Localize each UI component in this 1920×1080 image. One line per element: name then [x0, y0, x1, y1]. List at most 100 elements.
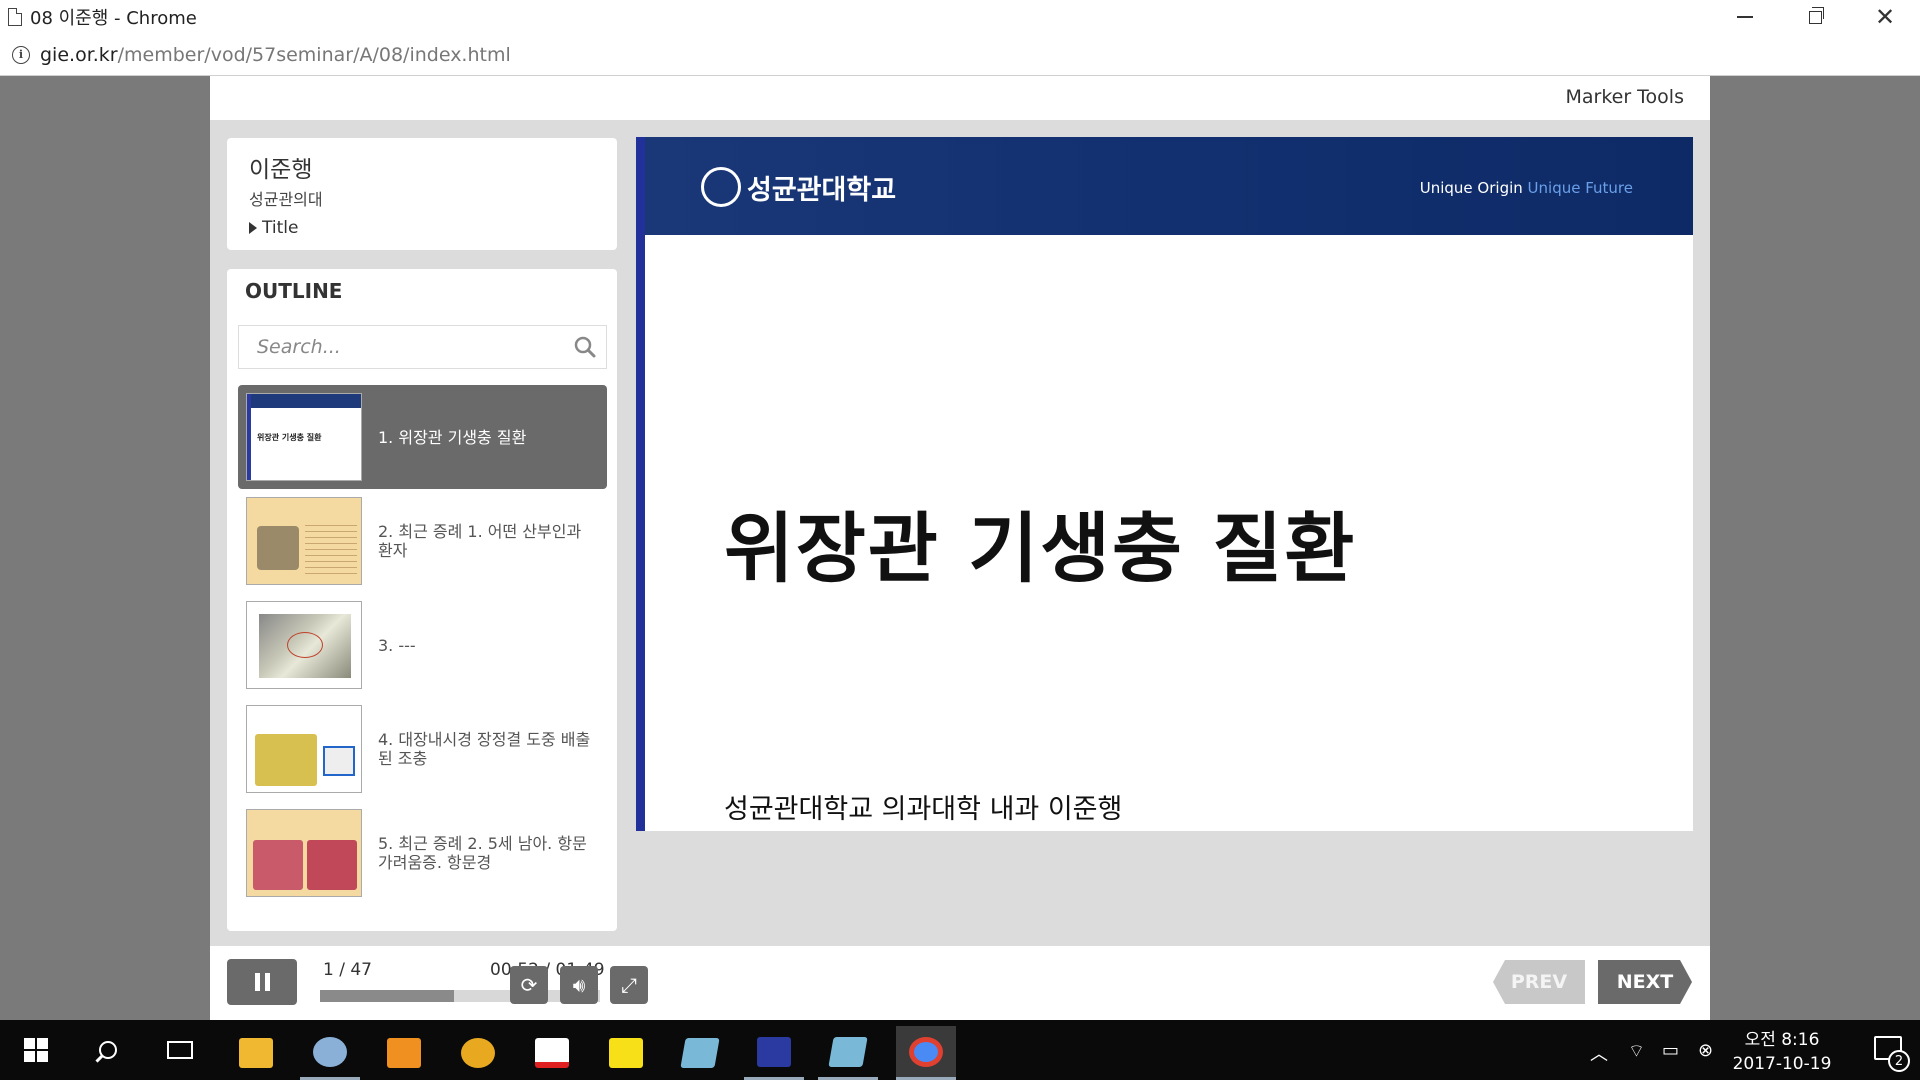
volume-icon[interactable]: 🔊︎ — [560, 966, 598, 1004]
taskbar-notes-2[interactable] — [818, 1026, 878, 1080]
notification-badge: 2 — [1888, 1050, 1910, 1072]
pause-button[interactable] — [227, 959, 297, 1005]
progress-fill — [320, 990, 454, 1002]
close-button[interactable]: ✕ — [1850, 0, 1920, 34]
battery-icon[interactable]: ▭ — [1662, 1040, 1679, 1061]
vod-player: Marker Tools 이준행 성균관의대 Title OUTLINE 위장관… — [210, 76, 1710, 1020]
taskbar-acrobat[interactable] — [522, 1026, 582, 1080]
outline-slide-item[interactable]: 위장관 기생충 질환 1. 위장관 기생충 질환 — [238, 385, 607, 489]
pause-icon-bar — [264, 973, 270, 991]
chrome-icon — [909, 1036, 943, 1067]
restore-icon — [1808, 6, 1824, 24]
kakaotalk-icon — [609, 1038, 643, 1068]
clock-date: 2017-10-19 — [1732, 1054, 1832, 1074]
taskbar-paint[interactable] — [300, 1026, 360, 1080]
taskbar-people[interactable] — [448, 1026, 508, 1080]
url-host: gie.or.kr — [40, 43, 118, 66]
slide-accent-bar — [636, 137, 645, 831]
outline-slide-item[interactable]: 2. 최근 증례 1. 어떤 산부인과 환자 — [238, 489, 607, 593]
window-title: 08 이준행 - Chrome — [30, 8, 197, 29]
task-view-icon — [167, 1041, 193, 1059]
university-logo: 성균관대학교 — [701, 167, 896, 207]
restore-button[interactable] — [1780, 0, 1850, 34]
slide-title: 위장관 기생충 질환 — [724, 504, 1357, 593]
minimize-button[interactable] — [1710, 0, 1780, 34]
slide-label: 3. --- — [378, 635, 416, 655]
search-button[interactable] — [78, 1020, 138, 1080]
title-toggle-label: Title — [262, 218, 299, 238]
presenter-name: 이준행 — [249, 157, 313, 183]
url-text[interactable]: gie.or.kr/member/vod/57seminar/A/08/inde… — [40, 44, 511, 66]
slide-label: 5. 최근 증례 2. 5세 남아. 항문가려움증. 항문경 — [378, 834, 587, 872]
network-icon[interactable]: ⌔ — [1628, 1040, 1645, 1063]
media-player-icon — [387, 1038, 421, 1068]
taskbar-floppy-app[interactable] — [744, 1026, 804, 1080]
slide-subtitle: 성균관대학교 의과대학 내과 이준행 — [724, 794, 1123, 825]
windows-icon — [24, 1038, 48, 1062]
taskbar: ︿ ⌔ ▭ ⊗ 오전 8:16 2017-10-19 2 — [0, 1020, 1920, 1080]
player-header: Marker Tools — [210, 76, 1710, 120]
minimize-icon — [1737, 16, 1753, 18]
university-name: 성균관대학교 — [747, 174, 897, 206]
volume-muted-icon[interactable]: ⊗ — [1698, 1040, 1713, 1061]
taskbar-kakaotalk[interactable] — [596, 1026, 656, 1080]
progress-bar[interactable] — [320, 990, 600, 1002]
paint-icon — [313, 1036, 347, 1067]
replay-icon[interactable]: ⟳ — [510, 966, 548, 1004]
slide-banner: 성균관대학교 Unique Origin Unique Future — [645, 137, 1693, 235]
presenter-card: 이준행 성균관의대 Title — [227, 138, 617, 250]
window-titlebar: 08 이준행 - Chrome ✕ — [0, 0, 1920, 34]
task-view-button[interactable] — [150, 1020, 210, 1080]
outline-slide-item[interactable]: 3. --- — [238, 593, 607, 697]
total-slides: / 47 — [339, 960, 372, 980]
url-path: /member/vod/57seminar/A/08/index.html — [117, 43, 511, 66]
next-button[interactable]: NEXT — [1598, 960, 1692, 1004]
outline-heading: OUTLINE — [245, 279, 343, 303]
page-icon — [8, 8, 22, 26]
slide-thumbnail: 위장관 기생충 질환 — [246, 393, 362, 481]
taskbar-file-explorer[interactable] — [226, 1026, 286, 1080]
marker-tools-button[interactable]: Marker Tools — [1565, 86, 1684, 108]
slide-thumbnail — [246, 601, 362, 689]
acrobat-icon — [535, 1038, 569, 1068]
prev-button[interactable]: PREV — [1493, 960, 1585, 1004]
outline-panel: OUTLINE 위장관 기생충 질환 1. 위장관 기생충 질환 2. 최근 증… — [227, 269, 617, 931]
chevron-up-icon[interactable]: ︿ — [1590, 1040, 1608, 1066]
slogan-part-b: Unique Future — [1527, 179, 1633, 197]
slide-thumbnail — [246, 497, 362, 585]
folder-icon — [239, 1038, 273, 1068]
slide-counter: 1 / 47 — [323, 960, 372, 980]
window-controls: ✕ — [1710, 0, 1920, 34]
search-icon — [99, 1041, 117, 1059]
title-toggle[interactable]: Title — [249, 218, 595, 238]
current-slide: 1 — [323, 960, 334, 980]
slide-label: 1. 위장관 기생충 질환 — [378, 427, 527, 447]
pause-icon-bar — [254, 973, 260, 991]
search-input[interactable] — [239, 326, 559, 368]
clock-time: 오전 8:16 — [1744, 1030, 1820, 1050]
taskbar-clock[interactable]: 오전 8:16 2017-10-19 — [1732, 1028, 1832, 1076]
search-icon[interactable] — [574, 336, 596, 358]
address-bar[interactable]: i gie.or.kr/member/vod/57seminar/A/08/in… — [0, 34, 1920, 76]
outline-slide-item[interactable]: 4. 대장내시경 장정결 도중 배출된 조충 — [238, 697, 607, 801]
slogan-part-a: Unique Origin — [1419, 179, 1523, 197]
slide-thumbnail — [246, 705, 362, 793]
people-icon — [461, 1038, 495, 1068]
presenter-affiliation: 성균관의대 — [249, 190, 323, 209]
notes-icon — [828, 1036, 868, 1067]
taskbar-notes[interactable] — [670, 1026, 730, 1080]
outline-slide-list: 위장관 기생충 질환 1. 위장관 기생충 질환 2. 최근 증례 1. 어떤 … — [238, 385, 607, 905]
university-emblem-icon — [701, 167, 741, 207]
slide-label: 4. 대장내시경 장정결 도중 배출된 조충 — [378, 730, 591, 768]
slide-label: 2. 최근 증례 1. 어떤 산부인과 환자 — [378, 522, 582, 560]
start-button[interactable] — [6, 1020, 66, 1080]
outline-search — [238, 325, 607, 369]
outline-slide-item[interactable]: 5. 최근 증례 2. 5세 남아. 항문가려움증. 항문경 — [238, 801, 607, 905]
floppy-disk-icon — [757, 1036, 791, 1067]
taskbar-media-player[interactable] — [374, 1026, 434, 1080]
slide-thumbnail — [246, 809, 362, 897]
info-icon[interactable]: i — [12, 45, 30, 64]
fullscreen-icon[interactable]: ⤢ — [610, 966, 648, 1004]
university-slogan: Unique Origin Unique Future — [1420, 179, 1633, 197]
taskbar-chrome[interactable] — [896, 1026, 956, 1080]
